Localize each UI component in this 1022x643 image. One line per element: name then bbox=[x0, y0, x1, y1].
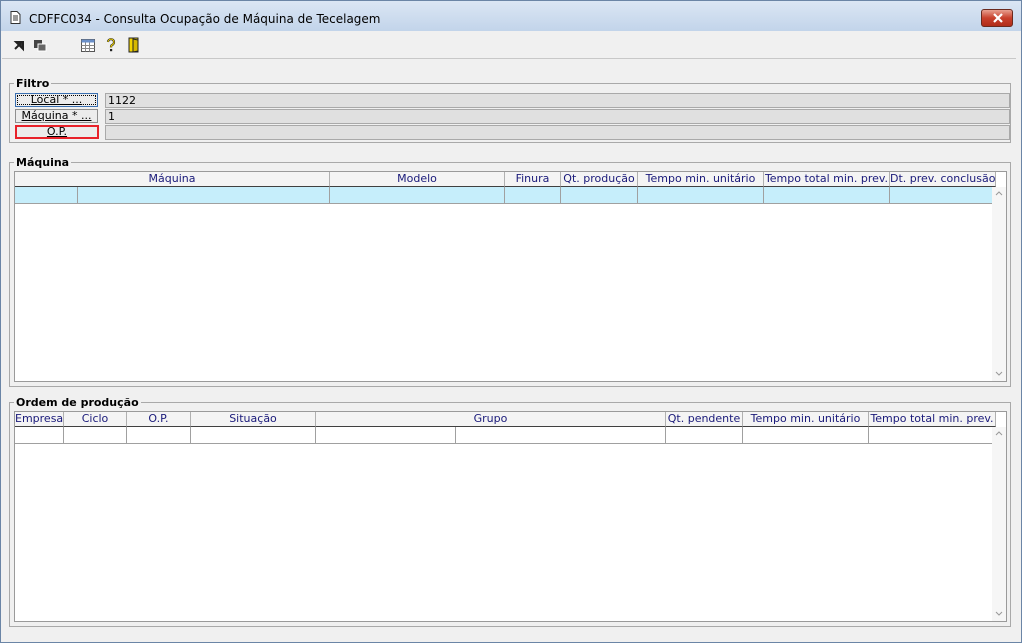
maquina-title: Máquina bbox=[14, 156, 72, 169]
client-area: Filtro Local * ... 1122 Máquina * ... 1 … bbox=[2, 31, 1016, 636]
toolbar bbox=[2, 31, 1016, 59]
col-tempo-min-unitario[interactable]: Tempo min. unitário bbox=[638, 172, 764, 187]
table-cell[interactable] bbox=[191, 427, 316, 444]
table-cell[interactable] bbox=[456, 427, 666, 444]
filtro-group: Filtro Local * ... 1122 Máquina * ... 1 … bbox=[9, 77, 1011, 143]
vertical-scrollbar[interactable] bbox=[992, 427, 1006, 621]
help-question-icon[interactable] bbox=[103, 37, 119, 53]
arrow-nw-icon[interactable] bbox=[11, 37, 27, 53]
op-field[interactable] bbox=[105, 125, 1010, 140]
local-field[interactable]: 1122 bbox=[105, 93, 1010, 108]
col-qt-pendente[interactable]: Qt. pendente bbox=[666, 412, 743, 427]
scroll-up-icon[interactable] bbox=[995, 190, 1003, 196]
table-cell[interactable] bbox=[666, 427, 743, 444]
table-cell[interactable] bbox=[764, 187, 890, 204]
col-qt-producao[interactable]: Qt. produção bbox=[561, 172, 638, 187]
table-cell[interactable] bbox=[127, 427, 191, 444]
maquina-button[interactable]: Máquina * ... bbox=[15, 109, 98, 123]
col-grupo[interactable]: Grupo bbox=[316, 412, 666, 427]
close-button[interactable] bbox=[981, 9, 1013, 27]
col-empresa[interactable]: Empresa bbox=[15, 412, 64, 427]
table-cell[interactable] bbox=[890, 187, 996, 204]
scroll-down-icon[interactable] bbox=[995, 371, 1003, 377]
table-cell[interactable] bbox=[64, 427, 127, 444]
scroll-up-icon[interactable] bbox=[995, 430, 1003, 436]
maquina-group: Máquina Máquina Modelo Finura Qt. produç… bbox=[9, 156, 1011, 387]
col-situacao[interactable]: Situação bbox=[191, 412, 316, 427]
maquina-grid[interactable]: Máquina Modelo Finura Qt. produção Tempo… bbox=[14, 171, 1007, 382]
col-op[interactable]: O.P. bbox=[127, 412, 191, 427]
vertical-scrollbar[interactable] bbox=[992, 187, 1006, 381]
table-cell[interactable] bbox=[78, 187, 330, 204]
close-icon bbox=[993, 13, 1003, 23]
local-button[interactable]: Local * ... bbox=[15, 93, 98, 107]
ordem-producao-group: Ordem de produção Empresa Ciclo O.P. Sit… bbox=[9, 396, 1011, 627]
table-cell[interactable] bbox=[869, 427, 996, 444]
title-bar: CDFFC034 - Consulta Ocupação de Máquina … bbox=[1, 1, 1021, 31]
col-tempo-min-unitario[interactable]: Tempo min. unitário bbox=[743, 412, 869, 427]
table-cell[interactable] bbox=[561, 187, 638, 204]
document-icon bbox=[10, 11, 21, 24]
col-dt-prev-conclusao[interactable]: Dt. prev. conclusão bbox=[890, 172, 996, 187]
calendar-grid-icon[interactable] bbox=[80, 37, 96, 53]
table-cell[interactable] bbox=[638, 187, 764, 204]
filtro-title: Filtro bbox=[14, 77, 52, 90]
maquina-field[interactable]: 1 bbox=[105, 109, 1010, 124]
table-cell[interactable] bbox=[316, 427, 456, 444]
table-cell[interactable] bbox=[15, 427, 64, 444]
table-cell[interactable] bbox=[505, 187, 561, 204]
maquina-button-label: Máquina * ... bbox=[21, 109, 92, 122]
scroll-down-icon[interactable] bbox=[995, 611, 1003, 617]
window-title: CDFFC034 - Consulta Ocupação de Máquina … bbox=[29, 12, 381, 26]
main-window: CDFFC034 - Consulta Ocupação de Máquina … bbox=[0, 0, 1022, 643]
col-tempo-total-min-prev[interactable]: Tempo total min. prev. bbox=[764, 172, 890, 187]
table-cell[interactable] bbox=[743, 427, 869, 444]
col-finura[interactable]: Finura bbox=[505, 172, 561, 187]
table-cell[interactable] bbox=[15, 187, 78, 204]
ordem-producao-title: Ordem de produção bbox=[14, 396, 141, 409]
local-button-label: Local * ... bbox=[30, 93, 83, 106]
op-button[interactable]: O.P. bbox=[15, 125, 99, 139]
ordem-producao-grid[interactable]: Empresa Ciclo O.P. Situação Grupo Qt. pe… bbox=[14, 411, 1007, 622]
op-button-label: O.P. bbox=[46, 125, 68, 138]
table-cell[interactable] bbox=[330, 187, 505, 204]
col-ciclo[interactable]: Ciclo bbox=[64, 412, 127, 427]
col-tempo-total-min-prev[interactable]: Tempo total min. prev. bbox=[869, 412, 996, 427]
col-maquina[interactable]: Máquina bbox=[15, 172, 330, 187]
restore-icon[interactable] bbox=[32, 37, 48, 53]
col-modelo[interactable]: Modelo bbox=[330, 172, 505, 187]
exit-door-icon[interactable] bbox=[126, 37, 142, 53]
